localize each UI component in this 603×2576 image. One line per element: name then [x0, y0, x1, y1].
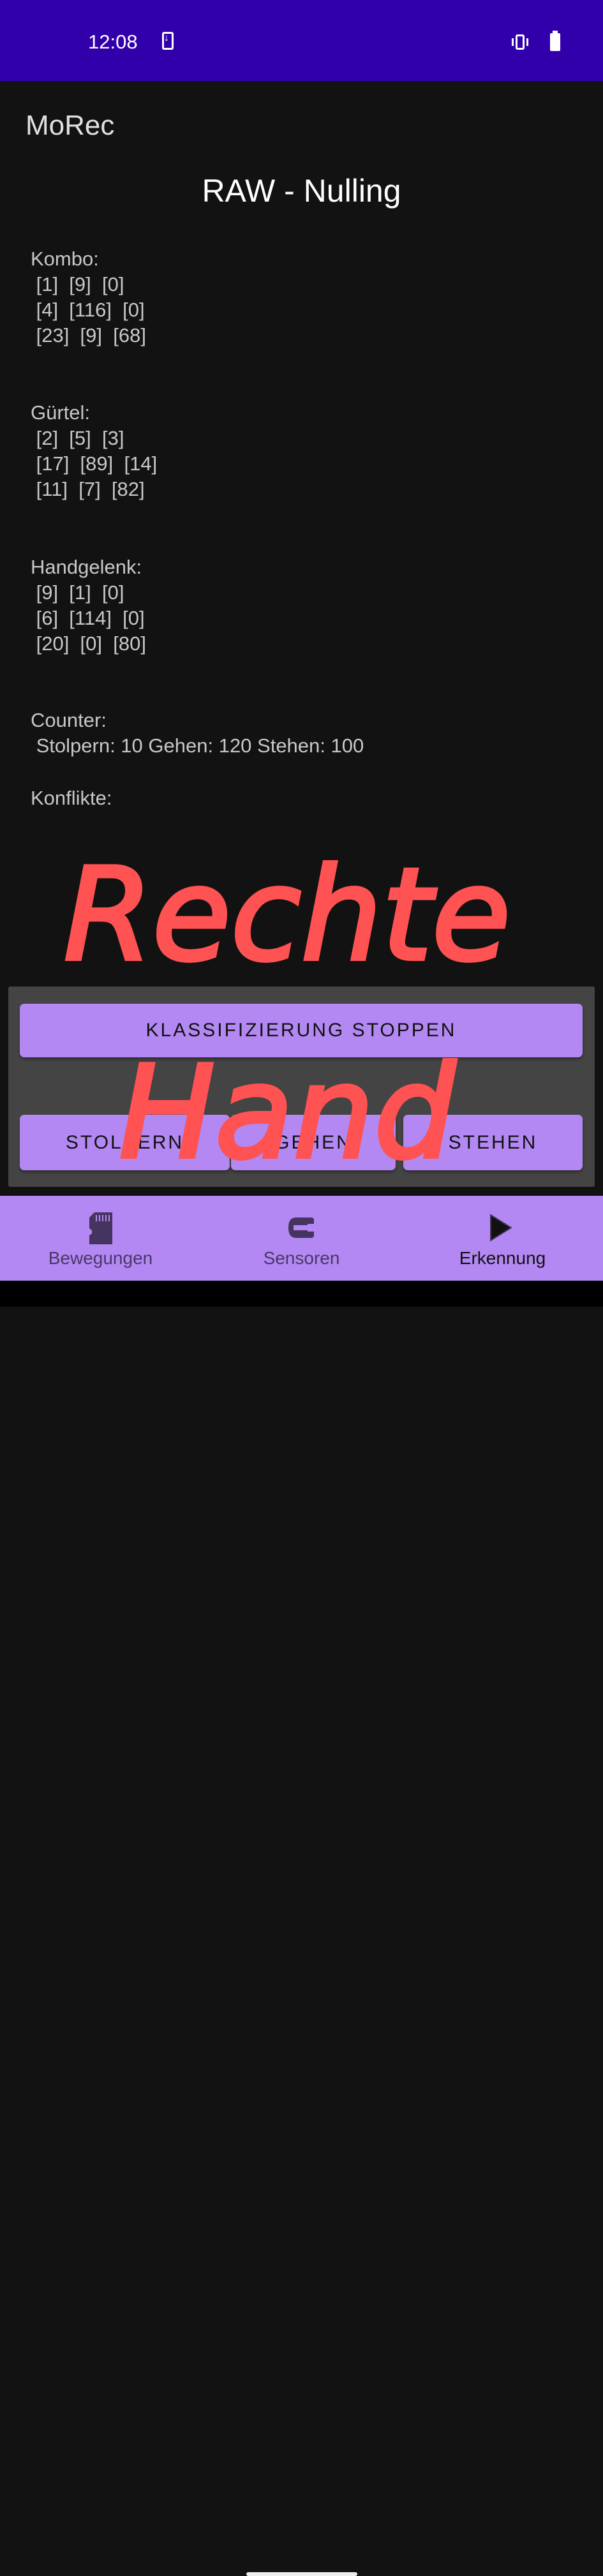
- sensor-kombo: Kombo: [1] [9] [0] [4] [116] [0] [23] [9…: [31, 246, 146, 348]
- sensor-label: Kombo:: [31, 248, 99, 270]
- vibrate-icon: [512, 34, 528, 50]
- status-time: 12:08: [88, 31, 138, 53]
- sensor-icon: [288, 1217, 314, 1238]
- sensor-row: [11] [7] [82]: [31, 478, 145, 500]
- nav-item-sensoren[interactable]: Sensoren: [201, 1196, 402, 1281]
- status-bar: 12:08: [0, 0, 603, 81]
- walk-button[interactable]: GEHEN: [231, 1115, 396, 1170]
- app-title: MoRec: [26, 110, 115, 141]
- sensor-row: [20] [0] [80]: [31, 632, 146, 655]
- nav-label: Bewegungen: [48, 1248, 153, 1268]
- counter: Counter: Stolpern: 10 Gehen: 120 Stehen:…: [31, 708, 364, 759]
- sensor-row: [9] [1] [0]: [31, 581, 124, 604]
- nav-label: Sensoren: [263, 1248, 340, 1268]
- system-nav-bar: [0, 1281, 603, 2576]
- bottom-navigation: Bewegungen Sensoren Erkennung: [0, 1196, 603, 1281]
- nav-label: Erkennung: [459, 1248, 546, 1268]
- stop-classification-button[interactable]: KLASSIFIZIERUNG STOPPEN: [20, 1004, 583, 1057]
- conflicts-label: Konflikte:: [31, 787, 112, 809]
- page-title: RAW - Nulling: [202, 173, 401, 209]
- sensor-row: [17] [89] [14]: [31, 452, 158, 475]
- download-icon: [162, 32, 174, 50]
- play-icon: [490, 1214, 512, 1242]
- sensor-row: [23] [9] [68]: [31, 324, 146, 346]
- battery-icon: [550, 31, 560, 51]
- home-handle[interactable]: [246, 2572, 357, 2576]
- sensor-row: [1] [9] [0]: [31, 273, 124, 295]
- sensor-row: [6] [114] [0]: [31, 607, 145, 629]
- counter-label: Counter:: [31, 709, 107, 731]
- counter-value: Stolpern: 10 Gehen: 120 Stehen: 100: [31, 734, 364, 757]
- sensor-label: Handgelenk:: [31, 556, 142, 578]
- nav-item-erkennung[interactable]: Erkennung: [402, 1196, 603, 1281]
- stand-button[interactable]: STEHEN: [403, 1115, 583, 1170]
- sensor-row: [4] [116] [0]: [31, 299, 145, 321]
- stumble-button[interactable]: STOLPERN: [20, 1115, 230, 1170]
- sensor-label: Gürtel:: [31, 401, 91, 424]
- nav-item-bewegungen[interactable]: Bewegungen: [0, 1196, 201, 1281]
- sd-card-icon: [89, 1212, 112, 1244]
- sensor-guertel: Gürtel: [2] [5] [3] [17] [89] [14] [11] …: [31, 400, 157, 502]
- sensor-row: [2] [5] [3]: [31, 427, 124, 449]
- sensor-handgelenk: Handgelenk: [9] [1] [0] [6] [114] [0] [2…: [31, 555, 146, 657]
